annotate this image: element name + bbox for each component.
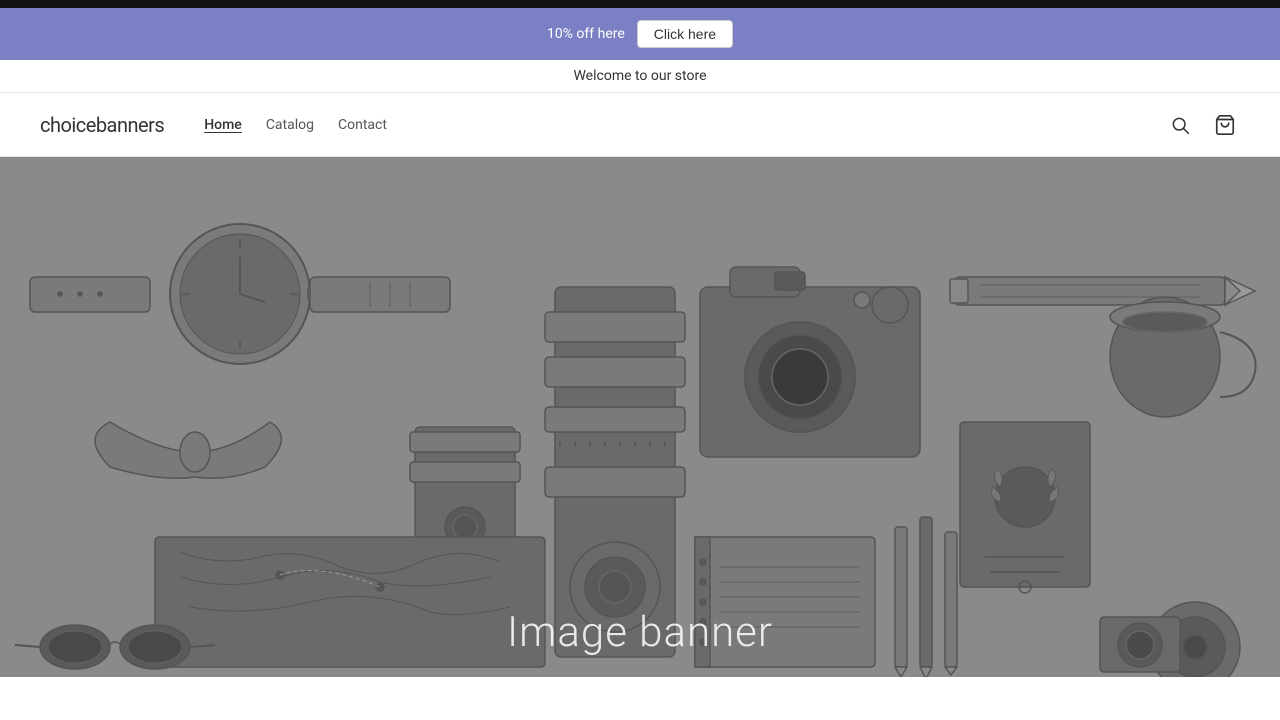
hero-banner: Image banner	[0, 157, 1280, 677]
search-icon	[1170, 115, 1190, 135]
nav: Home Catalog Contact	[204, 117, 1166, 133]
cart-icon	[1214, 114, 1236, 136]
top-decorative-bar	[0, 0, 1280, 8]
header-icons	[1166, 110, 1240, 140]
nav-item-contact[interactable]: Contact	[338, 117, 387, 133]
promo-text: 10% off here	[547, 26, 625, 42]
search-button[interactable]	[1166, 111, 1194, 139]
secondary-bar: Welcome to our store	[0, 60, 1280, 93]
announcement-bar: 10% off here Click here	[0, 8, 1280, 60]
cart-button[interactable]	[1210, 110, 1240, 140]
logo[interactable]: choicebanners	[40, 113, 164, 137]
cta-button[interactable]: Click here	[637, 20, 733, 48]
hero-illustration	[0, 157, 1280, 677]
welcome-text: Welcome to our store	[573, 68, 706, 84]
nav-item-home[interactable]: Home	[204, 117, 242, 133]
hero-banner-text: Image banner	[507, 608, 773, 657]
header: choicebanners Home Catalog Contact	[0, 93, 1280, 157]
nav-item-catalog[interactable]: Catalog	[266, 117, 314, 133]
